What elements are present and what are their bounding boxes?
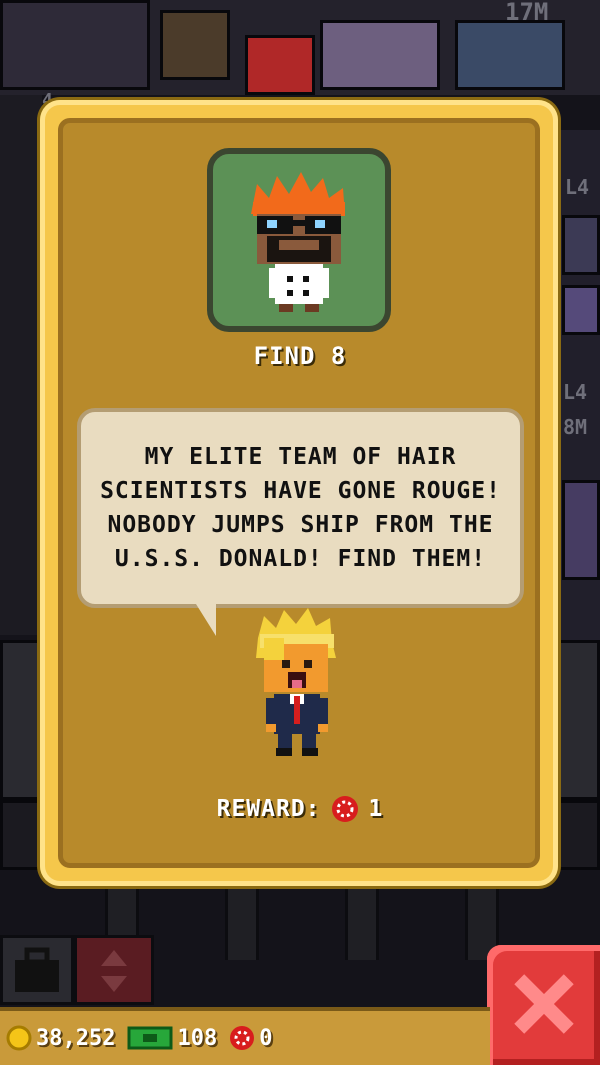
reward-value: 1	[368, 796, 384, 822]
side-counter: L4	[563, 380, 588, 404]
bux-stat: 108	[127, 1024, 217, 1052]
room-tile	[562, 285, 600, 335]
room-tile	[0, 0, 150, 90]
bux-icon	[127, 1026, 173, 1050]
target-portrait	[207, 148, 391, 332]
speaker-sprite	[256, 608, 336, 756]
inventory-button[interactable]	[0, 935, 74, 1005]
elevator-updown-button[interactable]	[74, 935, 154, 1005]
close-icon	[514, 974, 574, 1034]
find-count-label: FIND 8	[253, 342, 347, 370]
room-tile	[562, 215, 600, 275]
up-down-icon	[101, 950, 127, 992]
reward-label: REWARD:	[216, 796, 321, 822]
bux-value: 108	[177, 1025, 218, 1051]
chip-icon	[331, 796, 358, 822]
chips-value: 0	[259, 1025, 273, 1051]
room-tile	[160, 10, 230, 80]
speech-bubble: MY ELITE TEAM OF HAIR SCIENTISTS HAVE GO…	[77, 408, 524, 608]
currency-bar: 38,252 108 0	[0, 1007, 490, 1065]
speech-text: MY ELITE TEAM OF HAIR SCIENTISTS HAVE GO…	[100, 444, 501, 572]
side-counter: 8M	[563, 415, 588, 439]
coins-value: 38,252	[36, 1025, 116, 1051]
room-tile	[455, 20, 565, 90]
coins-stat: 38,252	[6, 1025, 115, 1051]
bag-icon	[15, 947, 59, 992]
hair-scientist-sprite	[251, 172, 345, 312]
speech-bubble-tail	[196, 604, 216, 636]
chip-icon	[230, 1026, 255, 1050]
room-tile	[320, 20, 440, 90]
side-counter: L4	[565, 175, 590, 199]
room-tile	[245, 35, 315, 95]
reward-row: REWARD: 1	[0, 795, 600, 823]
chips-stat: 0	[229, 1025, 272, 1051]
floor-counter-top: 17M	[505, 0, 549, 26]
room-tile	[562, 480, 600, 580]
coin-icon	[6, 1025, 32, 1051]
close-button[interactable]	[487, 945, 600, 1065]
